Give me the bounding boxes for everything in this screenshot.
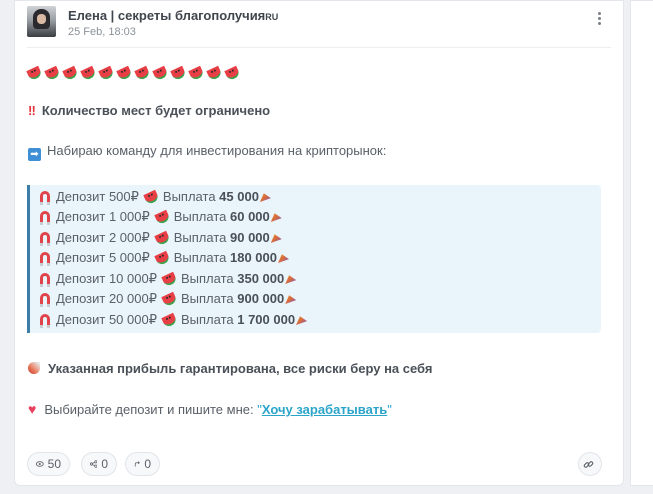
watermelon-icon xyxy=(98,65,115,82)
offer-payout-label: Выплата xyxy=(162,189,216,204)
shares-count: 0 xyxy=(101,457,108,471)
offer-deposit: Депозит 1 000₽ xyxy=(56,209,150,224)
offer-payout-label: Выплата xyxy=(173,250,227,265)
watermelon-icon xyxy=(161,291,178,308)
post-card: Елена | секреты благополучияRU 25 Feb, 1… xyxy=(14,0,624,486)
post-date[interactable]: 25 Feb, 18:03 xyxy=(68,26,136,38)
guarantee-line: Указанная прибыль гарантирована, все рис… xyxy=(28,361,433,376)
share-button[interactable]: 0 xyxy=(81,452,117,476)
offer-line: Депозит 20 000₽ Выплата 900 000 xyxy=(40,291,297,308)
views-counter[interactable]: 50 xyxy=(27,452,70,476)
watermelon-icon xyxy=(154,209,171,226)
offer-payout: 900 000 xyxy=(237,291,285,306)
watermelon-icon xyxy=(224,65,241,82)
magnet-icon xyxy=(40,273,50,287)
magnet-icon xyxy=(40,314,50,328)
party-popper-icon xyxy=(296,316,308,325)
magnet-icon xyxy=(40,211,50,225)
offer-payout: 60 000 xyxy=(230,209,270,224)
reposts-count: 0 xyxy=(144,457,151,471)
watermelon-icon xyxy=(154,250,171,267)
party-popper-icon xyxy=(278,254,289,263)
share-icon xyxy=(90,460,98,468)
watermelon-icon xyxy=(44,65,61,82)
watermelon-icon xyxy=(161,271,178,288)
offer-line: Депозит 2 000₽ Выплата 90 000 xyxy=(40,230,282,247)
watermelon-icon xyxy=(152,65,169,82)
magnet-icon xyxy=(40,191,50,205)
header-divider xyxy=(27,47,611,48)
author-avatar[interactable] xyxy=(27,6,56,37)
exclamation-icon: ‼ xyxy=(28,103,36,118)
headline-text: Количество мест будет ограничено xyxy=(41,103,271,118)
watermelon-row xyxy=(26,65,244,82)
offer-deposit: Депозит 50 000₽ xyxy=(56,312,157,327)
watermelon-icon xyxy=(143,189,160,206)
cta-prefix: Выбирайте депозит и пишите мне: xyxy=(44,402,258,417)
eye-icon xyxy=(36,461,44,467)
watermelon-icon xyxy=(206,65,223,82)
party-popper-icon xyxy=(259,193,271,202)
offer-payout: 90 000 xyxy=(230,230,270,245)
repost-button[interactable]: 0 xyxy=(125,452,160,476)
offer-payout-label: Выплата xyxy=(180,271,234,286)
party-popper-icon xyxy=(270,213,282,222)
watermelon-icon xyxy=(188,65,205,82)
offer-payout: 350 000 xyxy=(237,271,285,286)
offers-quote-block: Депозит 500₽ Выплата 45 000 Депозит 1 000₽… xyxy=(27,185,601,333)
watermelon-icon xyxy=(134,65,151,82)
copy-link-button[interactable] xyxy=(578,452,602,476)
heart-icon: ♥ xyxy=(28,401,37,417)
offer-deposit: Депозит 10 000₽ xyxy=(56,271,157,286)
offer-line: Депозит 50 000₽ Выплата 1 700 000 xyxy=(40,312,308,329)
offer-deposit: Депозит 2 000₽ xyxy=(56,230,150,245)
offer-line: Депозит 5 000₽ Выплата 180 000 xyxy=(40,250,289,267)
party-popper-icon xyxy=(285,275,297,284)
intro-line: ➡ Набираю команду для инвестирования на к… xyxy=(28,143,386,161)
cta-line: ♥ Выбирайте депозит и пишите мне: "Хочу з… xyxy=(28,401,392,417)
views-count: 50 xyxy=(47,457,61,471)
arrow-right-icon: ➡ xyxy=(28,148,41,161)
magnet-icon xyxy=(40,252,50,266)
watermelon-icon xyxy=(116,65,133,82)
watermelon-icon xyxy=(62,65,79,82)
offer-payout-label: Выплата xyxy=(173,209,227,224)
watermelon-icon xyxy=(154,230,171,247)
author-suffix: RU xyxy=(265,12,279,22)
offer-line: Депозит 500₽ Выплата 45 000 xyxy=(40,189,271,206)
magnet-icon xyxy=(40,232,50,246)
offer-payout-label: Выплата xyxy=(180,312,234,327)
party-popper-icon xyxy=(270,234,282,243)
cta-link-text[interactable]: Хочу зарабатывать xyxy=(262,402,387,417)
repost-icon xyxy=(134,461,140,467)
offer-payout-label: Выплата xyxy=(180,291,234,306)
watermelon-icon xyxy=(26,65,43,82)
offer-payout: 1 700 000 xyxy=(237,312,296,327)
watermelon-icon xyxy=(170,65,187,82)
offer-payout: 180 000 xyxy=(230,250,277,265)
cta-quote-close: " xyxy=(387,402,392,417)
author-name-text: Елена | секреты благополучия xyxy=(68,8,266,23)
watermelon-icon xyxy=(80,65,97,82)
offer-deposit: Депозит 20 000₽ xyxy=(56,291,157,306)
link-icon xyxy=(583,460,593,468)
offer-payout: 45 000 xyxy=(219,189,259,204)
offer-line: Депозит 10 000₽ Выплата 350 000 xyxy=(40,271,297,288)
watermelon-icon xyxy=(161,312,178,329)
magnet-icon xyxy=(40,293,50,307)
author-name[interactable]: Елена | секреты благополучияRU xyxy=(68,8,278,23)
headline-line: ‼ Количество мест будет ограничено xyxy=(28,103,270,118)
intro-text: Набираю команду для инвестирования на кр… xyxy=(47,143,387,158)
offer-payout-label: Выплата xyxy=(173,230,227,245)
cta-link[interactable]: Хочу зарабатывать xyxy=(262,402,387,417)
offer-line: Депозит 1 000₽ Выплата 60 000 xyxy=(40,209,282,226)
kebab-menu-icon[interactable] xyxy=(595,11,603,29)
adjacent-card-edge xyxy=(630,0,653,486)
comet-icon xyxy=(28,362,40,374)
guarantee-text: Указанная прибыль гарантирована, все рис… xyxy=(48,361,433,376)
party-popper-icon xyxy=(285,295,297,304)
offer-deposit: Депозит 500₽ xyxy=(56,189,139,204)
offer-deposit: Депозит 5 000₽ xyxy=(56,250,150,265)
